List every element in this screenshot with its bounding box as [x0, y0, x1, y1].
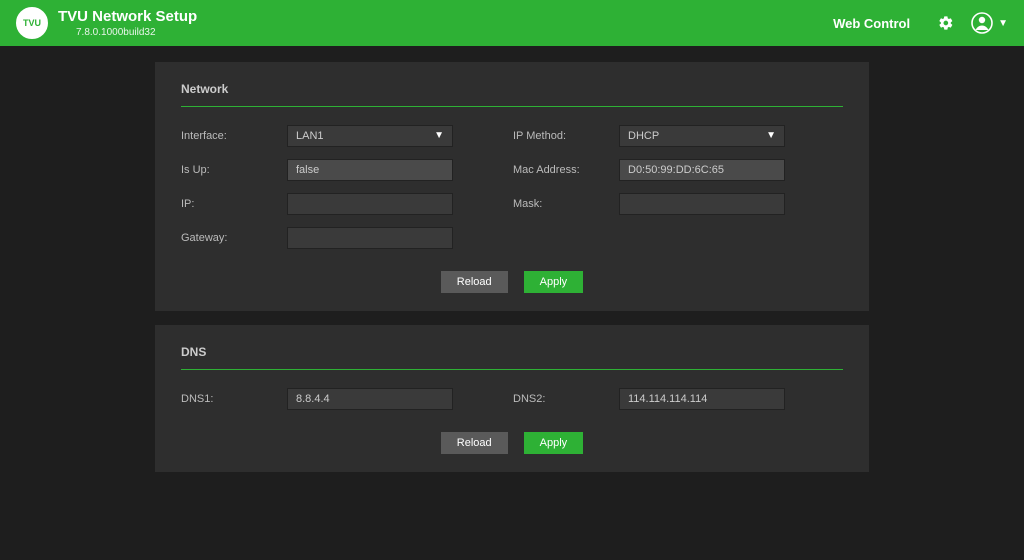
header: TVU TVU Network Setup 7.8.0.1000build32 …	[0, 0, 1024, 46]
content: Network Interface: LAN1 ▼ IP Method: DHC…	[0, 46, 1024, 502]
mac-value: D0:50:99:DD:6C:65	[619, 159, 785, 181]
chevron-down-icon: ▼	[766, 130, 776, 141]
dns-apply-button[interactable]: Apply	[524, 432, 584, 454]
dns-form: DNS1: DNS2:	[181, 388, 843, 410]
mask-input[interactable]	[619, 193, 785, 215]
gear-icon[interactable]	[938, 15, 954, 31]
ip-method-select[interactable]: DHCP ▼	[619, 125, 785, 147]
dns1-input[interactable]	[287, 388, 453, 410]
interface-value: LAN1	[296, 130, 324, 142]
label-gateway: Gateway:	[181, 232, 287, 244]
dns-panel: DNS DNS1: DNS2: Reload Apply	[155, 325, 869, 472]
ip-input[interactable]	[287, 193, 453, 215]
user-icon	[970, 11, 994, 35]
user-menu[interactable]: ▼	[970, 11, 1008, 35]
web-control-link[interactable]: Web Control	[833, 16, 910, 31]
logo-text: TVU	[23, 18, 41, 28]
is-up-value: false	[287, 159, 453, 181]
title-block: TVU Network Setup 7.8.0.1000build32	[58, 8, 197, 38]
network-panel: Network Interface: LAN1 ▼ IP Method: DHC…	[155, 62, 869, 311]
chevron-down-icon: ▼	[998, 18, 1008, 29]
chevron-down-icon: ▼	[434, 130, 444, 141]
label-interface: Interface:	[181, 130, 287, 142]
app-title: TVU Network Setup	[58, 8, 197, 25]
network-form: Interface: LAN1 ▼ IP Method: DHCP ▼ Is U…	[181, 125, 843, 249]
dns-buttons: Reload Apply	[181, 432, 843, 454]
network-apply-button[interactable]: Apply	[524, 271, 584, 293]
ip-method-value: DHCP	[628, 130, 659, 142]
label-mac: Mac Address:	[513, 164, 619, 176]
label-ip-method: IP Method:	[513, 130, 619, 142]
label-ip: IP:	[181, 198, 287, 210]
label-mask: Mask:	[513, 198, 619, 210]
gateway-input[interactable]	[287, 227, 453, 249]
network-buttons: Reload Apply	[181, 271, 843, 293]
dns-reload-button[interactable]: Reload	[441, 432, 508, 454]
interface-select[interactable]: LAN1 ▼	[287, 125, 453, 147]
logo-icon: TVU	[16, 7, 48, 39]
dns2-input[interactable]	[619, 388, 785, 410]
network-reload-button[interactable]: Reload	[441, 271, 508, 293]
label-is-up: Is Up:	[181, 164, 287, 176]
label-dns2: DNS2:	[513, 393, 619, 405]
dns-title: DNS	[181, 345, 843, 370]
network-title: Network	[181, 82, 843, 107]
label-dns1: DNS1:	[181, 393, 287, 405]
app-version: 7.8.0.1000build32	[76, 27, 197, 38]
